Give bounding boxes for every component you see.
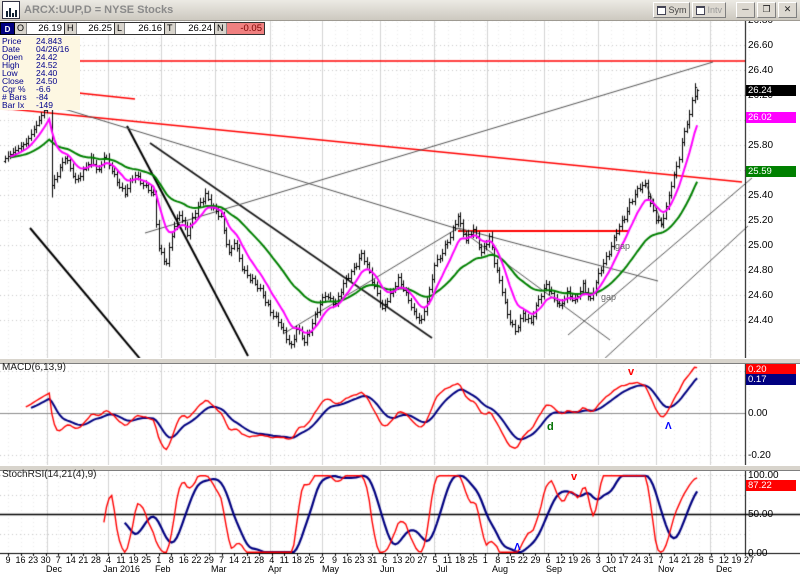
quote-field-label: N [215, 23, 227, 34]
quote-field-value: 26.16 [125, 23, 164, 34]
quote-field-value: 26.19 [27, 23, 64, 34]
titlebar[interactable]: ARCX:UUP,D = NYSE Stocks Sym Intv ─ ❐ ✕ [0, 0, 800, 21]
quote-field-label: T [165, 23, 176, 34]
close-button[interactable]: ✕ [778, 2, 797, 18]
app-icon [2, 1, 20, 19]
window-title: ARCX:UUP,D = NYSE Stocks [24, 4, 651, 16]
quote-field-l: L26.16 [115, 22, 165, 35]
macd-pane-label: MACD(6,13,9) [2, 362, 66, 373]
intv-window-icon [696, 6, 705, 15]
sym-button[interactable]: Sym [653, 2, 690, 18]
info-row-barix: Bar Ix-149 [2, 101, 80, 109]
quote-field-value: -0.05 [227, 23, 265, 34]
sym-window-icon [657, 6, 666, 15]
quote-field-o: O26.19 [15, 22, 65, 35]
info-value: -149 [36, 101, 80, 109]
window-controls: ─ ❐ ✕ [734, 2, 797, 18]
chart-window: ARCX:UUP,D = NYSE Stocks Sym Intv ─ ❐ ✕ … [0, 0, 800, 579]
quote-field-n: N-0.05 [215, 22, 265, 35]
quote-field-h: H26.25 [65, 22, 115, 35]
quote-field-value: 26.25 [77, 23, 115, 34]
quote-field-label: L [115, 23, 125, 34]
quote-bar: D O26.19H26.25L26.16T26.24N-0.05 [0, 22, 265, 35]
pane-splitter-2[interactable] [0, 465, 800, 471]
quote-field-label: H [65, 23, 77, 34]
quote-field-label: O [15, 23, 27, 34]
period-indicator[interactable]: D [0, 22, 15, 35]
quote-field-value: 26.24 [176, 23, 215, 34]
stochrsi-pane-label: StochRSI(14,21(4),9) [2, 469, 97, 480]
minimize-button[interactable]: ─ [736, 2, 755, 18]
info-label: Bar Ix [2, 101, 36, 109]
intv-button[interactable]: Intv [692, 2, 726, 18]
restore-button[interactable]: ❐ [757, 2, 776, 18]
quote-field-t: T26.24 [165, 22, 215, 35]
chart-canvas[interactable] [0, 0, 800, 579]
data-window-panel: Price24.843Date04/26/16Open24.42High24.5… [0, 36, 80, 110]
pane-splitter-1[interactable] [0, 358, 800, 364]
